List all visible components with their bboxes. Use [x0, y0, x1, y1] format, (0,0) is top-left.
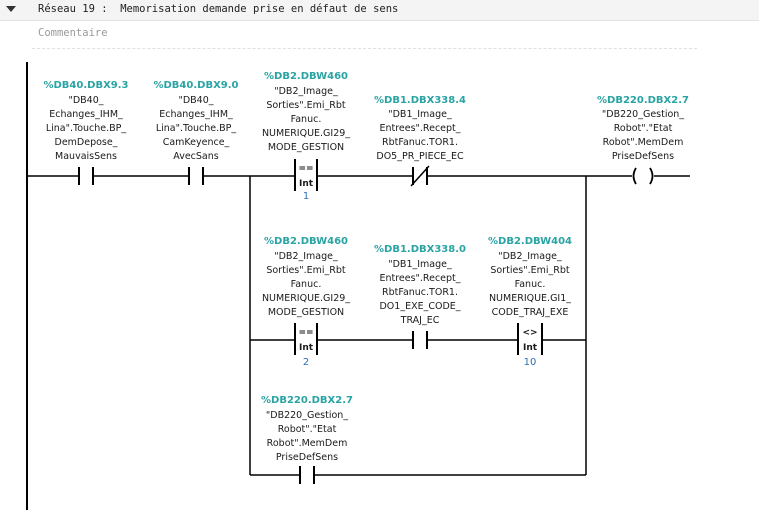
tag-line: Lina".Touche.BP_	[46, 123, 127, 134]
tag-line: "DB1_Image_	[388, 109, 452, 120]
compare-operator: ==	[298, 164, 313, 174]
contact-no-echanges-demdepose[interactable]: %DB40.DBX9.3 "DB40_ Echanges_IHM_ Lina".…	[43, 80, 129, 185]
coil-memdem-prisedefsens[interactable]: %DB220.DBX2.7 "DB220_Gestion_ Robot"."Et…	[597, 95, 689, 185]
tag-line: Lina".Touche.BP_	[156, 123, 237, 134]
tag-line: CODE_TRAJ_EXE	[492, 307, 569, 318]
tag-line: NUMERIQUE.GI1_	[489, 293, 571, 304]
address-label: %DB220.DBX2.7	[597, 95, 689, 106]
wires	[26, 62, 690, 510]
tag-line: RbtFanuc.TOR1.	[382, 287, 458, 298]
tag-line: TRAJ_EC	[400, 315, 440, 326]
compare-constant: 2	[303, 357, 309, 368]
address-label: %DB1.DBX338.0	[374, 244, 466, 255]
tag-line: "DB40_	[178, 95, 213, 106]
compare-constant: 10	[524, 357, 537, 368]
address-label: %DB1.DBX338.4	[374, 95, 466, 106]
tag-line: "DB220_Gestion_	[602, 109, 684, 120]
tag-line: MODE_GESTION	[268, 307, 344, 318]
tag-line: "DB2_Image_	[274, 251, 338, 262]
ladder-diagram: %DB40.DBX9.3 "DB40_ Echanges_IHM_ Lina".…	[26, 62, 690, 510]
contact-nc-pr-piece-ec[interactable]: %DB1.DBX338.4 "DB1_Image_ Entrees".Recep…	[374, 95, 466, 187]
tag-line: "DB220_Gestion_	[266, 410, 348, 421]
normally-open-contact-icon	[188, 167, 204, 185]
tag-line: PriseDefSens	[276, 452, 338, 463]
compare-operator: <>	[522, 328, 537, 338]
address-label: %DB2.DBW460	[264, 236, 348, 247]
tag-line: Fanuc.	[291, 114, 322, 125]
normally-open-contact-icon	[78, 167, 94, 185]
contact-no-echanges-camkeyence[interactable]: %DB40.DBX9.0 "DB40_ Echanges_IHM_ Lina".…	[153, 80, 239, 185]
address-label: %DB220.DBX2.7	[261, 395, 353, 406]
tag-line: MauvaisSens	[55, 151, 117, 162]
tag-line: NUMERIQUE.GI29_	[262, 293, 350, 304]
address-label: %DB40.DBX9.0	[153, 80, 238, 91]
tag-line: "DB2_Image_	[274, 86, 338, 97]
normally-open-contact-icon	[412, 331, 428, 349]
tag-line: Robot".MemDem	[603, 137, 684, 148]
contact-no-exe-code-traj-ec[interactable]: %DB1.DBX338.0 "DB1_Image_ Entrees".Recep…	[374, 244, 466, 349]
compare-constant: 1	[303, 191, 309, 202]
tag-line: DO1_EXE_CODE_	[379, 301, 460, 312]
normally-closed-contact-icon	[410, 165, 430, 187]
tag-line: DemDepose_	[55, 137, 118, 148]
tag-line: Robot".MemDem	[267, 438, 348, 449]
compare-equal-mode-gestion-2[interactable]: %DB2.DBW460 "DB2_Image_ Sorties".Emi_Rbt…	[262, 236, 350, 368]
compare-equal-mode-gestion-1[interactable]: %DB2.DBW460 "DB2_Image_ Sorties".Emi_Rbt…	[262, 71, 350, 202]
tag-line: PriseDefSens	[612, 151, 674, 162]
compare-not-equal-code-traj-exe[interactable]: %DB2.DBW404 "DB2_Image_ Sorties".Emi_Rbt…	[488, 236, 572, 368]
tag-line: AvecSans	[173, 151, 219, 162]
tag-line: Sorties".Emi_Rbt	[490, 265, 570, 276]
contact-no-memdem-prisedefsens[interactable]: %DB220.DBX2.7 "DB220_Gestion_ Robot"."Et…	[261, 395, 353, 484]
compare-operator: ==	[298, 328, 313, 338]
tag-line: "DB40_	[68, 95, 103, 106]
tag-line: Echanges_IHM_	[159, 109, 233, 120]
tag-line: MODE_GESTION	[268, 142, 344, 153]
tag-line: NUMERIQUE.GI29_	[262, 128, 350, 139]
tag-line: Fanuc.	[515, 279, 546, 290]
normally-open-contact-icon	[299, 466, 315, 484]
compare-type: Int	[299, 343, 314, 353]
tag-line: "DB1_Image_	[388, 259, 452, 270]
tag-line: Entrees".Recept_	[379, 273, 460, 284]
tag-line: RbtFanuc.TOR1.	[382, 137, 458, 148]
address-label: %DB2.DBW460	[264, 71, 348, 82]
tag-line: Sorties".Emi_Rbt	[266, 100, 346, 111]
tag-line: Robot"."Etat	[278, 424, 337, 435]
tag-line: DO5_PR_PIECE_EC	[376, 151, 464, 162]
tag-line: Entrees".Recept_	[379, 123, 460, 134]
tag-line: Fanuc.	[291, 279, 322, 290]
address-label: %DB40.DBX9.3	[43, 80, 128, 91]
tag-line: Robot"."Etat	[614, 123, 673, 134]
address-label: %DB2.DBW404	[488, 236, 572, 247]
compare-type: Int	[299, 179, 314, 189]
compare-type: Int	[523, 343, 538, 353]
tag-line: CamKeyence_	[163, 137, 230, 148]
tag-line: Sorties".Emi_Rbt	[266, 265, 346, 276]
tag-line: "DB2_Image_	[498, 251, 562, 262]
coil-icon	[632, 167, 654, 185]
tag-line: Echanges_IHM_	[49, 109, 123, 120]
